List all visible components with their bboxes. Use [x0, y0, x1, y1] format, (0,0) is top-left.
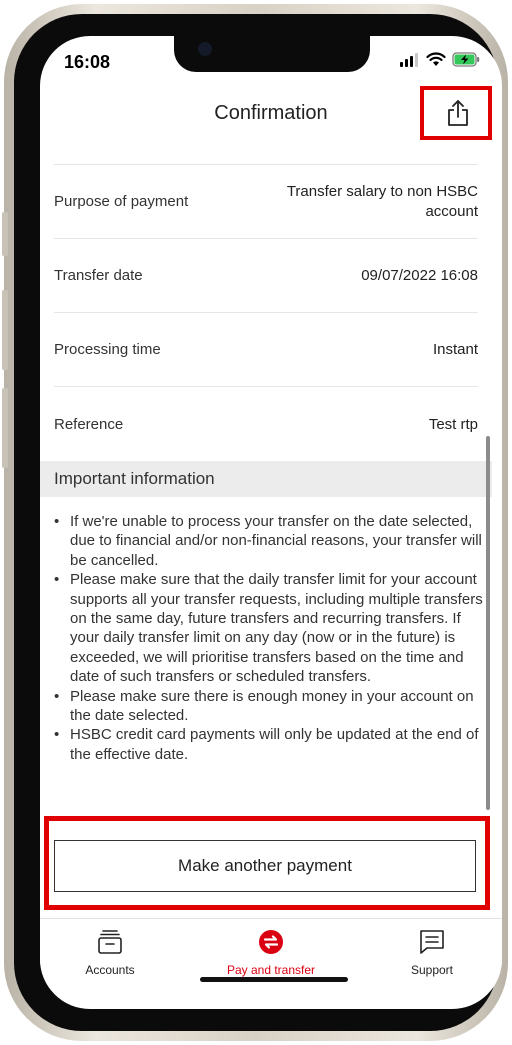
home-indicator[interactable]	[200, 977, 348, 982]
payment-details: Purpose of payment Transfer salary to no…	[54, 164, 478, 461]
tab-label: Accounts	[85, 963, 135, 977]
share-button[interactable]	[444, 98, 472, 128]
important-info-list: If we're unable to process your transfer…	[54, 512, 484, 764]
status-time: 16:08	[64, 52, 111, 72]
share-icon	[448, 100, 468, 126]
detail-value: 09/07/2022 16:08	[361, 267, 478, 284]
app-header: Confirmation	[40, 86, 502, 142]
important-info-header: Important information	[40, 461, 492, 497]
volume-up-button	[2, 290, 8, 370]
notch	[174, 36, 370, 72]
wallet-icon	[98, 930, 122, 954]
list-item: HSBC credit card payments will only be u…	[54, 725, 484, 764]
tab-support[interactable]: Support	[362, 919, 502, 991]
front-camera	[198, 42, 212, 56]
detail-label: Purpose of payment	[54, 193, 189, 210]
transfer-icon	[259, 930, 283, 954]
battery-charging-icon	[452, 52, 480, 67]
chat-icon	[420, 930, 444, 954]
detail-row-processing-time: Processing time Instant	[54, 313, 478, 387]
detail-label: Transfer date	[54, 267, 143, 284]
detail-row-transfer-date: Transfer date 09/07/2022 16:08	[54, 239, 478, 313]
scrollbar[interactable]	[486, 436, 490, 810]
detail-value: Instant	[432, 341, 478, 358]
detail-value: Transfer salary to non HSBC account	[286, 182, 478, 220]
screen: 16:08 Confirmation Purpose of payment Tr…	[40, 36, 502, 1009]
wifi-icon	[426, 52, 446, 66]
mute-switch	[2, 212, 8, 256]
tab-label: Pay and transfer	[226, 963, 316, 977]
detail-label: Processing time	[54, 341, 161, 358]
detail-value: Test rtp	[428, 415, 478, 433]
important-info-title: Important information	[54, 469, 215, 488]
list-item: If we're unable to process your transfer…	[54, 512, 484, 570]
detail-row-reference: Reference Test rtp	[54, 387, 478, 461]
tab-label: Support	[410, 963, 454, 977]
signal-icon	[400, 52, 418, 67]
list-item: Please make sure there is enough money i…	[54, 687, 484, 726]
detail-label: Reference	[54, 415, 124, 433]
make-another-payment-button[interactable]: Make another payment	[54, 840, 476, 892]
tab-accounts[interactable]: Accounts	[40, 919, 180, 991]
status-icons	[400, 52, 480, 67]
detail-row-purpose: Purpose of payment Transfer salary to no…	[54, 165, 478, 239]
list-item: Please make sure that the daily transfer…	[54, 570, 484, 686]
volume-down-button	[2, 388, 8, 468]
